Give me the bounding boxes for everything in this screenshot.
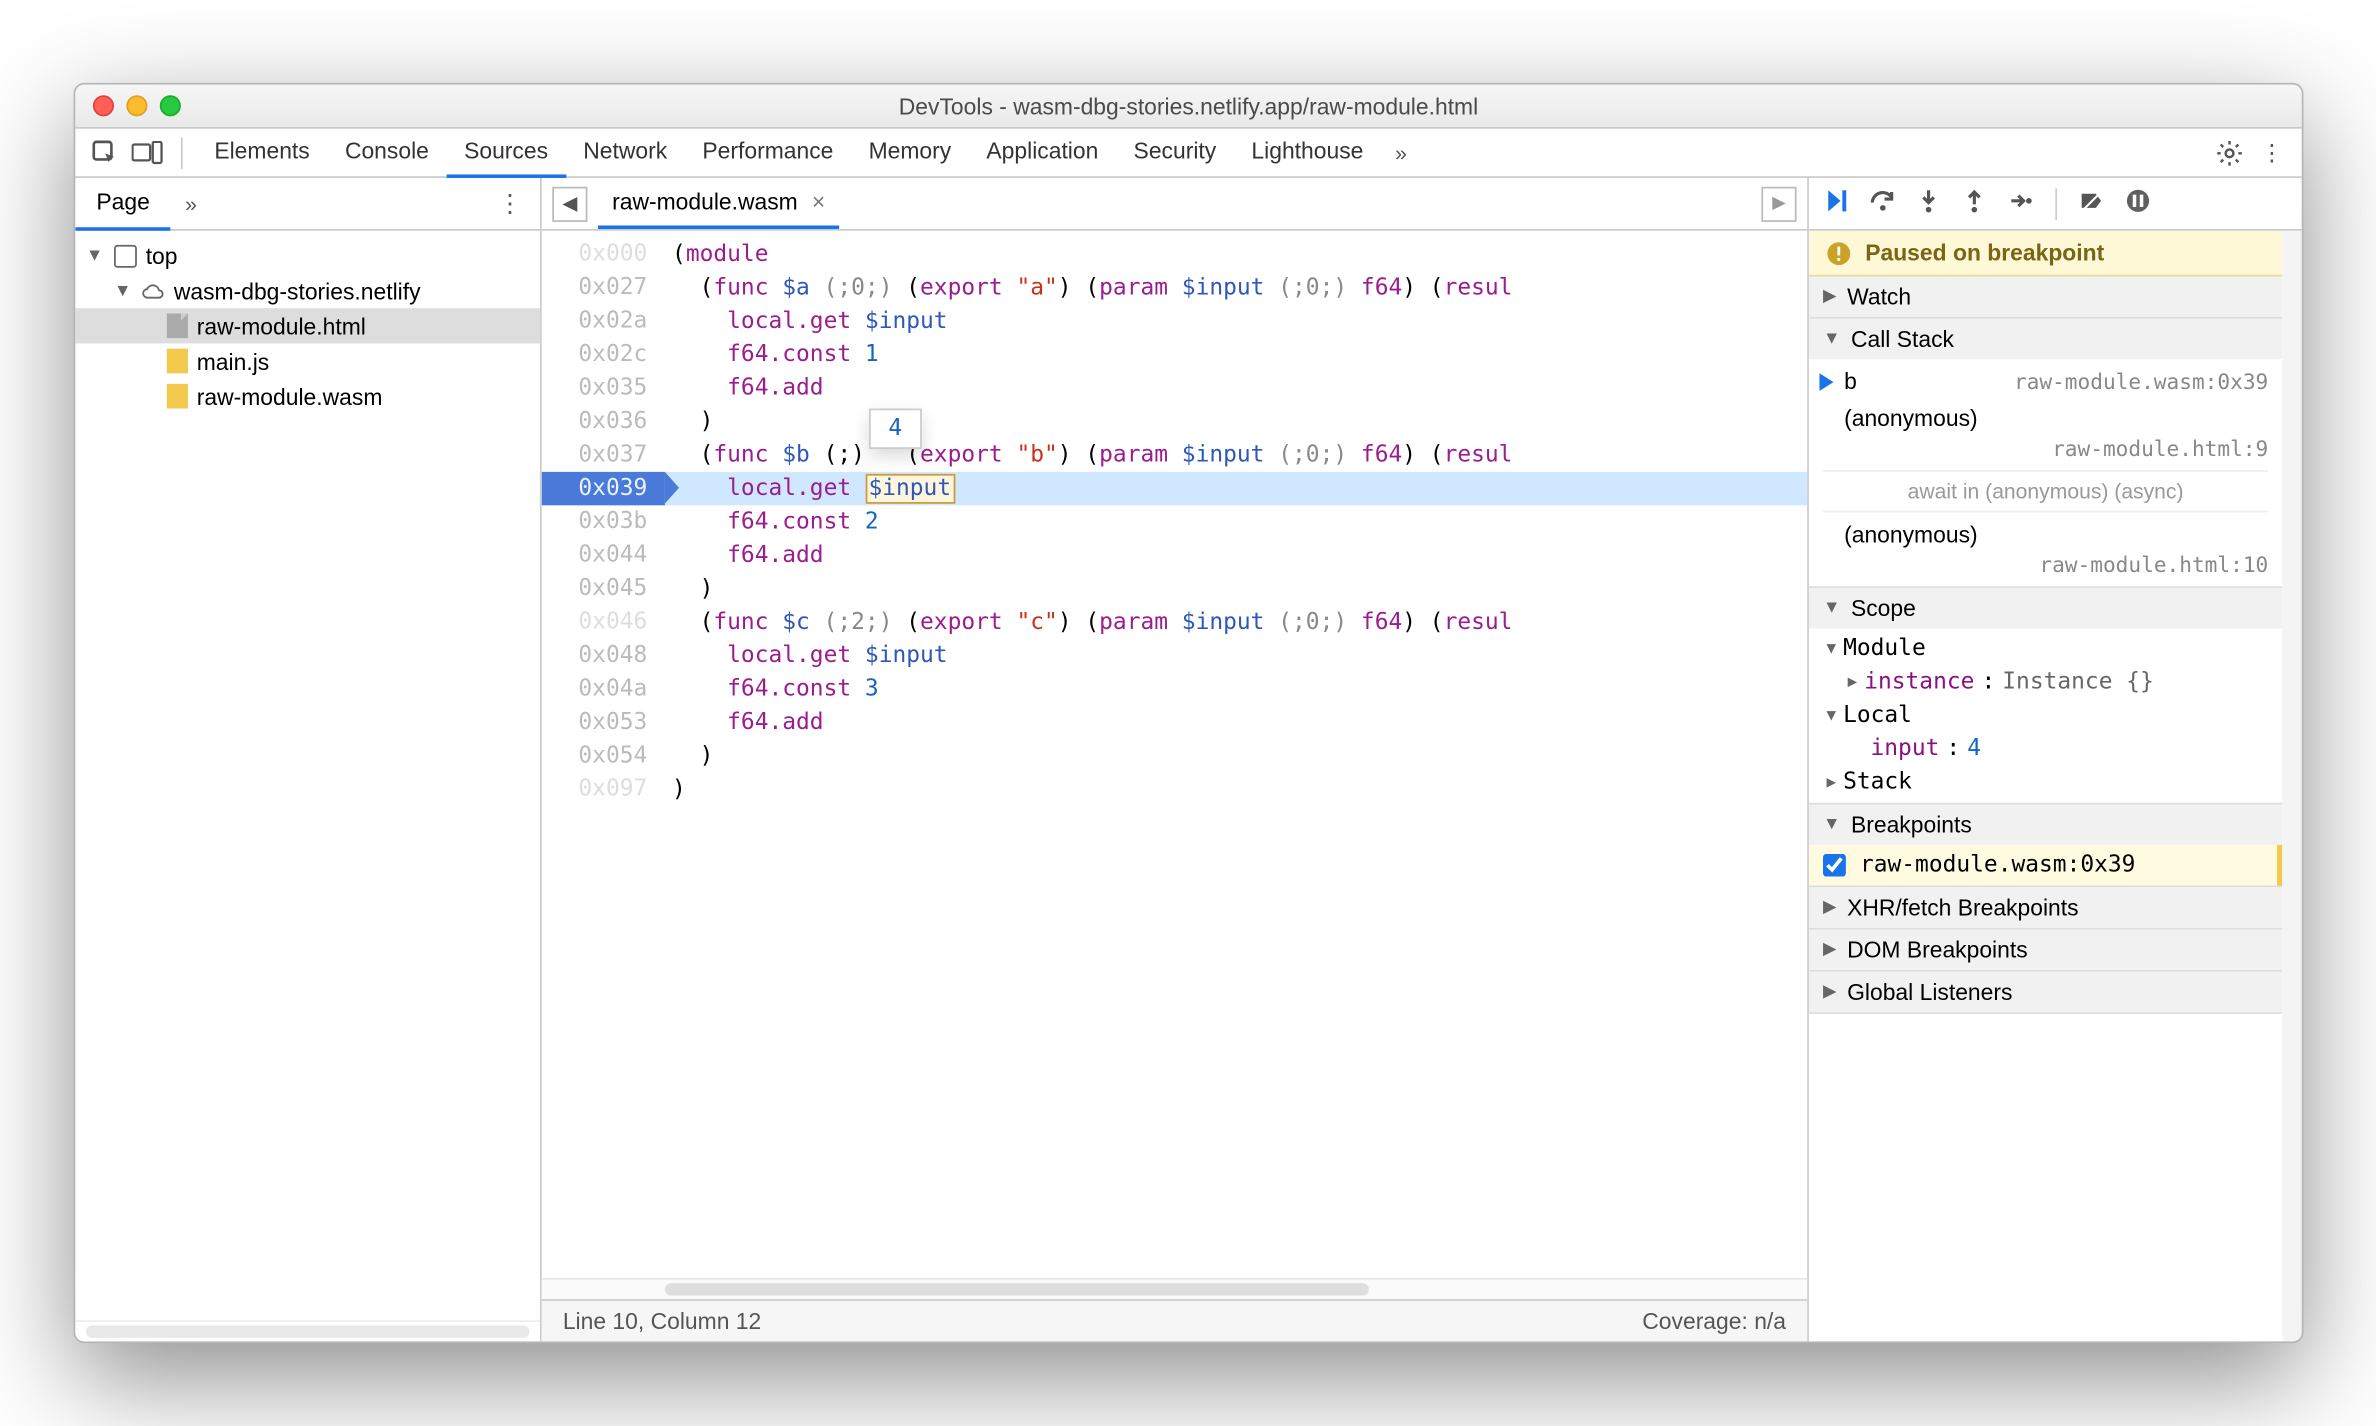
devtools-window: DevTools - wasm-dbg-stories.netlify.app/…	[73, 83, 2303, 1343]
tree-label: main.js	[196, 348, 268, 374]
more-tabs-chevron-icon[interactable]: »	[1384, 140, 1417, 165]
tab-application[interactable]: Application	[968, 127, 1115, 178]
cloud-icon	[140, 278, 165, 303]
debugger-panel: Paused on breakpoint ▶Watch ▼Call Stack …	[1808, 178, 2301, 1341]
await-separator: await in (anonymous) (async)	[1822, 470, 2267, 512]
tab-elements[interactable]: Elements	[196, 127, 327, 178]
callstack-frame-loc: raw-module.html:10	[1808, 553, 2281, 583]
settings-gear-icon[interactable]	[2210, 138, 2249, 166]
tab-network[interactable]: Network	[565, 127, 684, 178]
tree-label: raw-module.wasm	[196, 383, 382, 409]
horizontal-scrollbar[interactable]	[75, 1320, 540, 1341]
tab-memory[interactable]: Memory	[850, 127, 968, 178]
watch-section-header[interactable]: ▶Watch	[1808, 277, 2281, 317]
page-more-chevron-icon[interactable]: »	[171, 191, 211, 216]
tree-frame-top[interactable]: ▼ top	[75, 238, 540, 273]
tree-domain[interactable]: ▼ wasm-dbg-stories.netlify	[75, 273, 540, 308]
editor-statusbar: Line 10, Column 12 Coverage: n/a	[541, 1299, 1806, 1341]
step-out-button[interactable]	[1960, 187, 1988, 220]
editor-gutter[interactable]: 0x0000x0270x02a0x02c0x0350x0360x0370x03b…	[541, 231, 664, 1278]
breakpoints-section-header[interactable]: ▼Breakpoints	[1808, 805, 2281, 845]
value-tooltip: 4	[869, 409, 921, 449]
breakpoint-item[interactable]: raw-module.wasm:0x39	[1808, 845, 2281, 885]
tree-file-js[interactable]: main.js	[75, 343, 540, 378]
deactivate-breakpoints-button[interactable]	[2078, 187, 2106, 220]
global-listeners-header[interactable]: ▶Global Listeners	[1808, 972, 2281, 1012]
script-icon	[166, 349, 187, 374]
scope-module[interactable]: ▼Module	[1808, 632, 2281, 665]
xhr-breakpoints-header[interactable]: ▶XHR/fetch Breakpoints	[1808, 887, 2281, 927]
tree-file-html[interactable]: raw-module.html	[75, 308, 540, 343]
file-tree: ▼ top ▼ wasm-dbg-stories.netlify raw-mod…	[75, 231, 540, 1320]
tree-label: top	[145, 242, 177, 268]
code-editor[interactable]: 0x039 0x0000x0270x02a0x02c0x0350x0360x03…	[541, 231, 1806, 1278]
inspect-icon[interactable]	[85, 138, 124, 166]
callstack-frame-loc: raw-module.html:9	[1808, 437, 2281, 467]
page-kebab-icon[interactable]: ⋮	[480, 189, 540, 219]
device-toggle-icon[interactable]	[128, 140, 167, 165]
scope-input-var[interactable]: input: 4	[1808, 732, 2281, 765]
code-content: (module (func $a (;0;) (export "a") (par…	[664, 231, 1806, 814]
tab-performance[interactable]: Performance	[684, 127, 850, 178]
navigator-toggle-icon[interactable]: ◀	[552, 186, 587, 221]
tab-lighthouse[interactable]: Lighthouse	[1233, 127, 1380, 178]
page-tab[interactable]: Page	[75, 178, 171, 231]
tab-security[interactable]: Security	[1115, 127, 1233, 178]
callstack-frame[interactable]: (anonymous)	[1808, 400, 2281, 437]
step-over-button[interactable]	[1868, 187, 1896, 220]
callstack-section-header[interactable]: ▼Call Stack	[1808, 319, 2281, 359]
page-navigator: Page » ⋮ ▼ top ▼ wasm-dbg-stories.netlif…	[75, 178, 541, 1341]
document-icon	[166, 313, 187, 338]
scope-stack[interactable]: ▶Stack	[1808, 766, 2281, 799]
paused-banner: Paused on breakpoint	[1808, 231, 2281, 277]
coverage-status: Coverage: n/a	[1642, 1308, 1786, 1334]
resume-button[interactable]	[1822, 187, 1850, 220]
editor-tabbar: ◀ raw-module.wasm × ▶	[541, 178, 1806, 231]
tree-file-wasm[interactable]: raw-module.wasm	[75, 379, 540, 414]
step-button[interactable]	[2006, 187, 2034, 220]
titlebar: DevTools - wasm-dbg-stories.netlify.app/…	[75, 85, 2301, 129]
script-icon	[166, 384, 187, 409]
scope-instance[interactable]: ▶instance: Instance {}	[1808, 665, 2281, 698]
debugger-toggle-icon[interactable]: ▶	[1761, 186, 1796, 221]
tree-label: raw-module.html	[196, 313, 365, 339]
dom-breakpoints-header[interactable]: ▶DOM Breakpoints	[1808, 929, 2281, 969]
debugger-toolbar	[1808, 178, 2301, 231]
close-tab-icon[interactable]: ×	[811, 189, 824, 215]
scope-local[interactable]: ▼Local	[1808, 699, 2281, 732]
kebab-menu-icon[interactable]: ⋮	[2252, 138, 2291, 166]
step-into-button[interactable]	[1914, 187, 1942, 220]
main-toolbar: ElementsConsoleSourcesNetworkPerformance…	[75, 129, 2301, 178]
tree-label: wasm-dbg-stories.netlify	[173, 277, 420, 303]
breakpoint-checkbox[interactable]	[1822, 854, 1845, 877]
pause-exceptions-button[interactable]	[2123, 187, 2151, 220]
tab-console[interactable]: Console	[327, 127, 446, 178]
tab-sources[interactable]: Sources	[446, 127, 565, 178]
window-title: DevTools - wasm-dbg-stories.netlify.app/…	[75, 93, 2301, 119]
callstack-frame[interactable]: (anonymous)	[1808, 516, 2281, 553]
cursor-position: Line 10, Column 12	[562, 1308, 760, 1334]
callstack-frame[interactable]: braw-module.wasm:0x39	[1808, 363, 2281, 400]
editor-tab[interactable]: raw-module.wasm ×	[598, 178, 839, 229]
debugger-vertical-scrollbar[interactable]	[2282, 231, 2301, 1342]
frame-icon	[112, 243, 137, 268]
editor-tab-label: raw-module.wasm	[612, 189, 798, 215]
editor-horizontal-scrollbar[interactable]	[541, 1278, 1806, 1299]
scope-section-header[interactable]: ▼Scope	[1808, 588, 2281, 628]
